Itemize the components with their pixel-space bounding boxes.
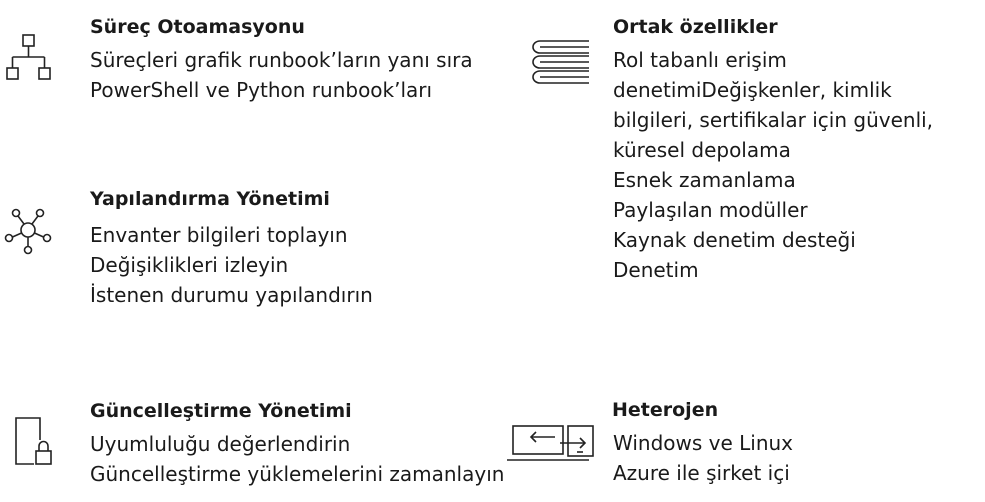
feature-title: Güncelleştirme Yönetimi [90, 400, 352, 422]
hierarchy-icon [4, 33, 54, 83]
feature-title: Yapılandırma Yönetimi [90, 188, 330, 210]
feature-line: Denetim [613, 258, 699, 282]
books-icon [529, 38, 593, 92]
feature-line: denetimiDeğişkenler, kimlik [613, 78, 892, 102]
laptop-exchange-icon [505, 420, 599, 464]
feature-line: Envanter bilgileri toplayın [90, 223, 348, 247]
feature-title: Ortak özellikler [613, 16, 778, 38]
feature-line: küresel depolama [613, 138, 791, 162]
feature-line: Paylaşılan modüller [613, 198, 808, 222]
feature-line: Uyumluluğu değerlendirin [90, 432, 351, 456]
feature-title: Heterojen [612, 399, 719, 421]
feature-line: bilgileri, sertifikalar için güvenli, [613, 108, 934, 132]
feature-title: Süreç Otoamasyonu [90, 16, 305, 38]
feature-line: Kaynak denetim desteği [613, 228, 856, 252]
feature-line: Değişiklikleri izleyin [90, 253, 289, 277]
feature-line: Güncelleştirme yüklemelerini zamanlayın [90, 462, 505, 486]
feature-line: Esnek zamanlama [613, 168, 796, 192]
feature-line: Rol tabanlı erişim [613, 48, 787, 72]
network-hub-icon [3, 205, 53, 255]
feature-line: PowerShell ve Python runbook’ları [90, 78, 433, 102]
feature-line: Azure ile şirket içi [613, 461, 790, 485]
feature-line: İstenen durumu yapılandırın [90, 283, 373, 307]
device-lock-icon [12, 414, 56, 468]
feature-line: Windows ve Linux [613, 431, 794, 455]
feature-line: Süreçleri grafik runbook’ların yanı sıra [90, 48, 473, 72]
